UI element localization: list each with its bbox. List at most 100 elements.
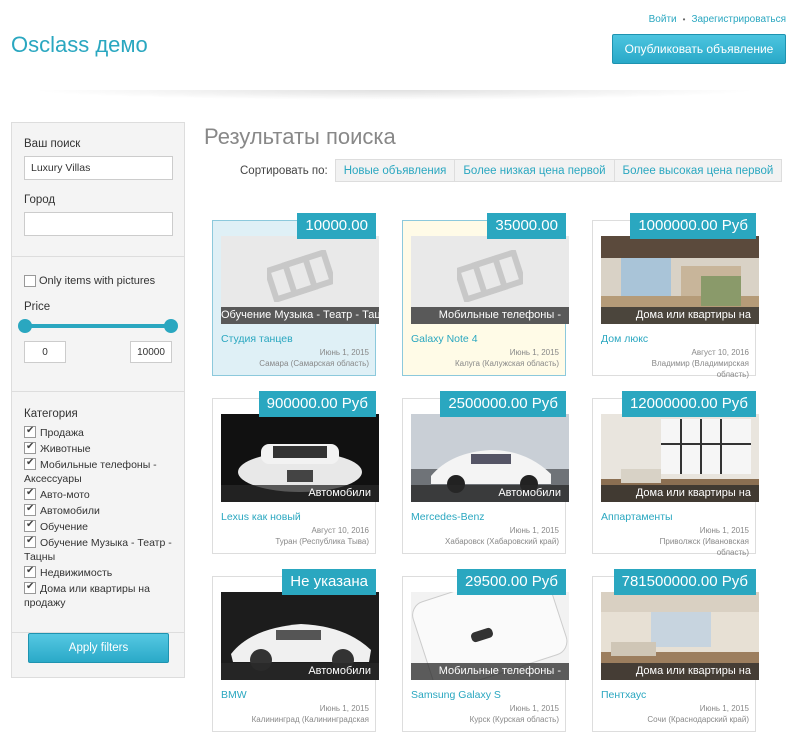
listing-category: Дома или квартиры на [601, 485, 759, 502]
listing-image[interactable]: Автомобили [221, 414, 379, 502]
search-input[interactable]: Luxury Villas [24, 156, 173, 180]
listing-category: Дома или квартиры на [601, 307, 759, 324]
category-item[interactable]: Мобильные телефоны - Аксессуары [24, 456, 172, 486]
listing-card[interactable]: Мобильные телефоны - 29500.00 Руб Samsung … [402, 569, 569, 732]
category-item[interactable]: Недвижимость [24, 564, 172, 580]
listing-image[interactable]: Дома или квартиры на [601, 592, 759, 680]
listing-category: Автомобили [221, 663, 379, 680]
listing-card[interactable]: Дома или квартиры на 1000000.00 Руб Дом лю… [592, 213, 759, 379]
price-max-input[interactable]: 10000 [130, 341, 172, 363]
top-links: Войти • Зарегистрироваться [649, 14, 786, 25]
checkbox-checked-icon[interactable] [24, 564, 36, 578]
listing-price-badge: 900000.00 Руб [258, 391, 376, 417]
sort-price-desc-button[interactable]: Более высокая цена первой [613, 159, 783, 182]
listing-image[interactable]: Дома или квартиры на [601, 414, 759, 502]
category-item[interactable]: Продажа [24, 424, 172, 440]
checkbox-checked-icon[interactable] [24, 518, 36, 532]
search-label: Ваш поиск [24, 138, 81, 150]
category-label-text: Дома или квартиры на продажу [24, 583, 150, 609]
listing-date: Август 10, 2016 [691, 348, 749, 357]
listing-price-badge: 2500000.00 Руб [440, 391, 566, 417]
listing-category: Автомобили [411, 485, 569, 502]
listing-title-link[interactable]: BMW [221, 689, 247, 701]
listing-title-link[interactable]: Mercedes-Benz [411, 511, 485, 523]
category-item[interactable]: Обучение Музыка - Театр - Тацны [24, 534, 172, 564]
listing-price-badge: 35000.00 [487, 213, 566, 239]
slider-max-handle[interactable] [164, 319, 178, 333]
checkbox-checked-icon[interactable] [24, 580, 36, 594]
listing-card[interactable]: Автомобили Не указана BMW Июнь 1, 2015 Калин… [212, 569, 379, 732]
listing-meta: Июнь 1, 2015 Сочи (Краснодарский край) [629, 703, 749, 725]
listing-card[interactable]: Мобильные телефоны - 35000.00 Galaxy Note … [402, 213, 569, 376]
listing-title-link[interactable]: Samsung Galaxy S [411, 689, 501, 701]
listing-location: Курск (Курская область) [469, 715, 559, 724]
category-label-text: Продажа [40, 427, 84, 439]
checkbox-checked-icon[interactable] [24, 534, 36, 548]
category-item[interactable]: Дома или квартиры на продажу [24, 580, 172, 610]
category-label-text: Животные [40, 443, 91, 455]
listing-image[interactable]: Мобильные телефоны - [411, 236, 569, 324]
publish-ad-button[interactable]: Опубликовать объявление [612, 34, 786, 64]
login-link[interactable]: Войти [649, 14, 677, 25]
listing-card[interactable]: Дома или квартиры на 12000000.00 Руб Аппар… [592, 391, 759, 557]
sort-bar: Сортировать по: Новые объявления Более н… [240, 159, 783, 182]
category-item[interactable]: Животные [24, 440, 172, 456]
listing-card[interactable]: Автомобили 2500000.00 Руб Mercedes-Benz Июн… [402, 391, 569, 554]
sort-price-asc-button[interactable]: Более низкая цена первой [454, 159, 615, 182]
slider-min-handle[interactable] [18, 319, 32, 333]
checkbox-checked-icon[interactable] [24, 424, 36, 438]
listing-meta: Июнь 1, 2015 Хабаровск (Хабаровский край) [439, 525, 559, 547]
listing-meta: Август 10, 2016 Владимир (Владимирская об… [629, 347, 749, 380]
search-sidebar: Ваш поиск Luxury Villas Город Only items… [11, 122, 185, 678]
listing-meta: Июнь 1, 2015 Самара (Самарская область) [249, 347, 369, 369]
checkbox-checked-icon[interactable] [24, 440, 36, 454]
listing-date: Июнь 1, 2015 [699, 704, 749, 713]
checkbox-checked-icon[interactable] [24, 456, 36, 470]
site-title[interactable]: Osclass демо [11, 32, 148, 58]
listing-card[interactable]: Автомобили 900000.00 Руб Lexus как новый Ав… [212, 391, 379, 554]
category-label-text: Обучение Музыка - Театр - Тацны [24, 537, 172, 563]
listing-image[interactable]: Автомобили [411, 414, 569, 502]
pictures-only-checkbox[interactable]: Only items with pictures [24, 275, 172, 287]
listing-card[interactable]: Обучение Музыка - Театр - Тацны 10000.00 С… [212, 213, 379, 376]
sort-newest-button[interactable]: Новые объявления [334, 159, 456, 182]
category-item[interactable]: Авто-мото [24, 486, 172, 502]
listing-image[interactable]: Мобильные телефоны - [411, 592, 569, 680]
image-placeholder-icon [267, 250, 333, 302]
category-label: Категория [24, 408, 78, 420]
listing-meta: Июнь 1, 2015 Калининград (Калининградская [249, 703, 369, 725]
listing-image[interactable]: Автомобили [221, 592, 379, 680]
listing-title-link[interactable]: Galaxy Note 4 [411, 333, 478, 345]
checkbox-box[interactable] [24, 275, 36, 287]
city-input[interactable] [24, 212, 173, 236]
listing-meta: Август 10, 2016 Туран (Республика Тыва) [249, 525, 369, 547]
listing-price-badge: Не указана [282, 569, 376, 595]
listing-meta: Июнь 1, 2015 Курск (Курская область) [439, 703, 559, 725]
checkbox-checked-icon[interactable] [24, 502, 36, 516]
listing-image[interactable]: Обучение Музыка - Театр - Тацны [221, 236, 379, 324]
listing-price-badge: 781500000.00 Руб [613, 569, 756, 595]
category-label-text: Автомобили [40, 505, 100, 517]
category-item[interactable]: Автомобили [24, 502, 172, 518]
listing-date: Август 10, 2016 [311, 526, 369, 535]
listing-location: Хабаровск (Хабаровский край) [445, 537, 559, 546]
listing-card[interactable]: Дома или квартиры на 781500000.00 Руб Пент… [592, 569, 759, 732]
listing-title-link[interactable]: Аппартаменты [601, 511, 673, 523]
listing-image[interactable]: Дома или квартиры на [601, 236, 759, 324]
register-link[interactable]: Зарегистрироваться [691, 14, 786, 25]
listing-title-link[interactable]: Lexus как новый [221, 511, 301, 523]
listing-location: Туран (Республика Тыва) [275, 537, 369, 546]
image-placeholder-icon [457, 250, 523, 302]
listing-title-link[interactable]: Студия танцев [221, 333, 293, 345]
category-item[interactable]: Обучение [24, 518, 172, 534]
apply-filters-button[interactable]: Apply filters [28, 633, 169, 663]
listing-location: Сочи (Краснодарский край) [647, 715, 749, 724]
listing-date: Июнь 1, 2015 [509, 348, 559, 357]
checkbox-checked-icon[interactable] [24, 486, 36, 500]
listing-location: Самара (Самарская область) [259, 359, 369, 368]
listing-title-link[interactable]: Дом люкс [601, 333, 648, 345]
price-slider[interactable] [18, 319, 178, 333]
listing-title-link[interactable]: Пентхаус [601, 689, 646, 701]
price-min-input[interactable]: 0 [24, 341, 66, 363]
sort-label: Сортировать по: [240, 164, 328, 177]
